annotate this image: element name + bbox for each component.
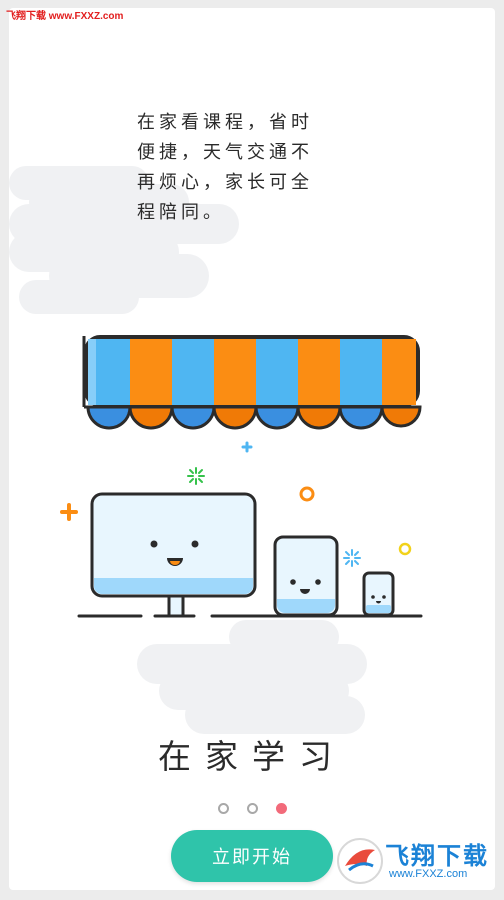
page-dot[interactable] <box>217 803 229 814</box>
intro-line: 在家看课程，省时 <box>137 112 313 133</box>
page-dot[interactable] <box>246 803 258 814</box>
awning-illustration <box>82 335 422 430</box>
intro-line: 再烦心，家长可全 <box>137 172 313 193</box>
cloud-decoration-bottom <box>137 620 367 734</box>
intro-line: 程陪同。 <box>137 202 225 223</box>
intro-text: 在家看课程，省时 便捷，天气交通不 再烦心，家长可全 程陪同。 <box>137 108 367 228</box>
intro-line: 便捷，天气交通不 <box>137 142 313 163</box>
watermark-bird-icon <box>337 838 383 884</box>
page-indicator <box>9 803 495 814</box>
onboarding-card: 在家看课程，省时 便捷，天气交通不 再烦心，家长可全 程陪同。 在家学习 立即开… <box>9 8 495 890</box>
monitor-illustration <box>90 492 257 618</box>
page-heading: 在家学习 <box>158 737 346 776</box>
page-dot-active[interactable] <box>275 803 287 814</box>
tablet-illustration <box>273 535 339 617</box>
watermark-logo: 飞翔下载 www.FXXZ.com <box>333 834 495 890</box>
phone-illustration <box>362 571 395 617</box>
watermark-logo-text: 飞翔下载 <box>385 842 489 870</box>
start-button[interactable]: 立即开始 <box>171 830 333 882</box>
watermark-logo-url: www.FXXZ.com <box>389 868 468 880</box>
watermark-top-text: 飞翔下载 www.FXXZ.com <box>6 11 124 22</box>
